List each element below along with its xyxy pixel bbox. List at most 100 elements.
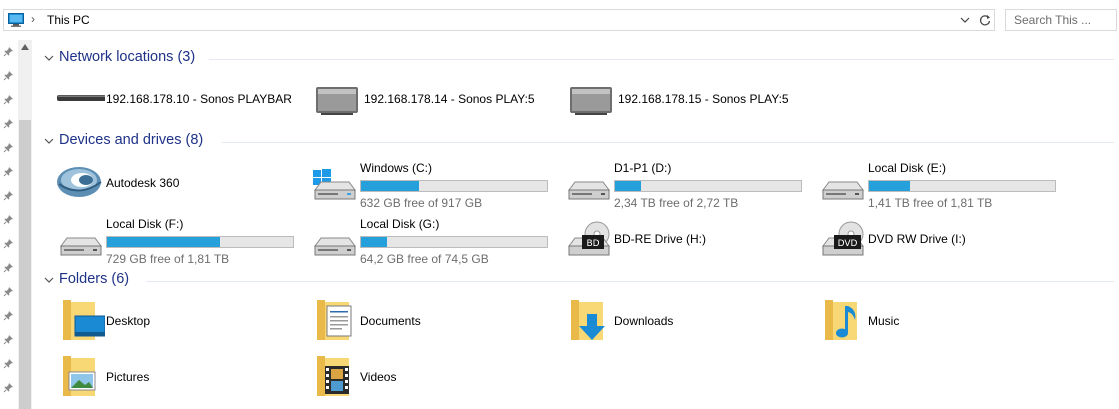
tile-label: Music [868,314,900,328]
group-header-devices-and-drives[interactable]: Devices and drives (8) [44,132,1114,152]
tile-label: BD-RE Drive (H:) [614,232,706,246]
tile-label: Windows (C:) [360,161,433,175]
drive-usage-fill [361,237,387,247]
search-input[interactable] [1006,10,1116,30]
drive-free-space: 729 GB free of 1,81 TB [106,252,230,266]
autodesk-360-icon [57,167,102,197]
chevron-down-icon[interactable] [44,277,54,284]
group-header-network-locations[interactable]: Network locations (3) [44,49,1114,69]
breadcrumb-separator[interactable]: › [31,12,35,26]
drive-badge: DVD [838,239,858,249]
tile-label: Videos [360,370,397,384]
hard-drive-icon [568,181,610,200]
pin-icon[interactable] [3,46,14,57]
pin-icon[interactable] [3,214,14,225]
documents-folder-icon [317,300,352,340]
downloads-folder-icon [571,300,605,340]
breadcrumb-this-pc[interactable]: This PC [47,13,90,27]
tile-label: Downloads [614,314,674,328]
folder-tile-videos[interactable]: Videos [309,352,554,402]
pin-icon[interactable] [3,382,14,393]
pin-icon[interactable] [3,310,14,321]
drive-usage-bar [106,236,294,248]
group-header-folders[interactable]: Folders (6) [44,271,1114,291]
drive-usage-bar [614,180,802,192]
scroll-up-arrow-icon[interactable] [20,43,30,51]
speaker-icon [570,87,612,115]
drive-tile-local-disk-g[interactable]: Local Disk (G:) 64,2 GB free of 74,5 GB [309,214,554,266]
hard-drive-icon [314,237,356,256]
chevron-down-icon[interactable] [958,13,972,27]
videos-folder-icon [317,356,349,396]
chevron-down-icon[interactable] [44,55,54,62]
content-pane: Network locations (3) 192.168.178.10 - S… [32,40,1119,409]
tile-label: 192.168.178.14 - Sonos PLAY:5 [364,92,535,106]
drive-free-space: 1,41 TB free of 1,81 TB [868,196,993,210]
folder-tile-music[interactable]: Music [817,296,1062,346]
network-location-tile[interactable]: 192.168.178.14 - Sonos PLAY:5 [313,84,558,134]
group-divider [222,142,1114,143]
pin-icon[interactable] [3,94,14,105]
music-folder-icon [825,300,857,340]
drive-tile-bd-re-h[interactable]: BD BD-RE Drive (H:) [563,214,808,264]
network-location-tile[interactable]: 192.168.178.10 - Sonos PLAYBAR [55,84,300,134]
folder-tile-desktop[interactable]: Desktop [55,296,300,346]
drive-free-space: 2,34 TB free of 2,72 TB [614,196,739,210]
folder-tile-downloads[interactable]: Downloads [563,296,808,346]
address-bar-region: › This PC [0,0,1119,40]
tile-label: Autodesk 360 [106,176,180,190]
desktop-folder-icon [63,300,105,340]
hard-drive-icon [60,237,102,256]
drive-tile-autodesk-360[interactable]: Autodesk 360 [55,158,300,208]
drive-usage-bar [360,236,548,248]
pin-icon[interactable] [3,238,14,249]
soundbar-icon [57,95,105,101]
drive-usage-fill [107,237,220,247]
pin-icon[interactable] [3,262,14,273]
pin-icon[interactable] [3,70,14,81]
drive-tile-dvd-rw-i[interactable]: DVD DVD RW Drive (I:) [817,214,1062,264]
address-bar[interactable]: › This PC [3,9,995,31]
drive-tile-local-disk-e[interactable]: Local Disk (E:) 1,41 TB free of 1,81 TB [817,158,1062,210]
search-box[interactable] [1005,9,1117,31]
pin-icon[interactable] [3,142,14,153]
group-title: Devices and drives (8) [59,132,204,148]
drive-usage-bar [868,180,1056,192]
group-title: Folders (6) [59,271,130,287]
drive-free-space: 632 GB free of 917 GB [360,196,483,210]
scrollbar-thumb[interactable] [19,120,31,409]
pin-icon[interactable] [3,358,14,369]
pin-icon[interactable] [3,166,14,177]
tile-label: Pictures [106,370,150,384]
tile-label: D1-P1 (D:) [614,161,672,175]
speaker-icon [316,87,358,115]
group-divider [209,59,1114,60]
drive-tile-d1-p1-d[interactable]: D1-P1 (D:) 2,34 TB free of 2,72 TB [563,158,808,210]
pin-icon[interactable] [3,118,14,129]
drive-usage-fill [869,181,910,191]
group-divider [146,281,1114,282]
drive-badge: BD [586,239,599,249]
hard-drive-icon [822,181,864,200]
pictures-folder-icon [63,356,96,396]
drive-usage-bar [360,180,548,192]
tile-label: Local Disk (F:) [106,217,184,231]
pin-icon[interactable] [3,286,14,297]
chevron-down-icon[interactable] [44,138,54,145]
windows-drive-icon [313,169,356,200]
this-pc-icon [8,13,24,27]
folder-tile-pictures[interactable]: Pictures [55,352,300,402]
drive-usage-fill [361,181,419,191]
drive-usage-fill [615,181,641,191]
group-title: Network locations (3) [59,49,196,65]
drive-tile-windows-c[interactable]: Windows (C:) 632 GB free of 917 GB [309,158,554,210]
refresh-icon[interactable] [978,13,992,27]
tile-label: Local Disk (G:) [360,217,440,231]
folder-tile-documents[interactable]: Documents [309,296,554,346]
pin-icon[interactable] [3,190,14,201]
dvd-drive-icon: DVD [822,221,864,256]
drive-tile-local-disk-f[interactable]: Local Disk (F:) 729 GB free of 1,81 TB [55,214,300,266]
navigation-pane [0,40,32,409]
pin-icon[interactable] [3,334,14,345]
network-location-tile[interactable]: 192.168.178.15 - Sonos PLAY:5 [567,84,812,134]
